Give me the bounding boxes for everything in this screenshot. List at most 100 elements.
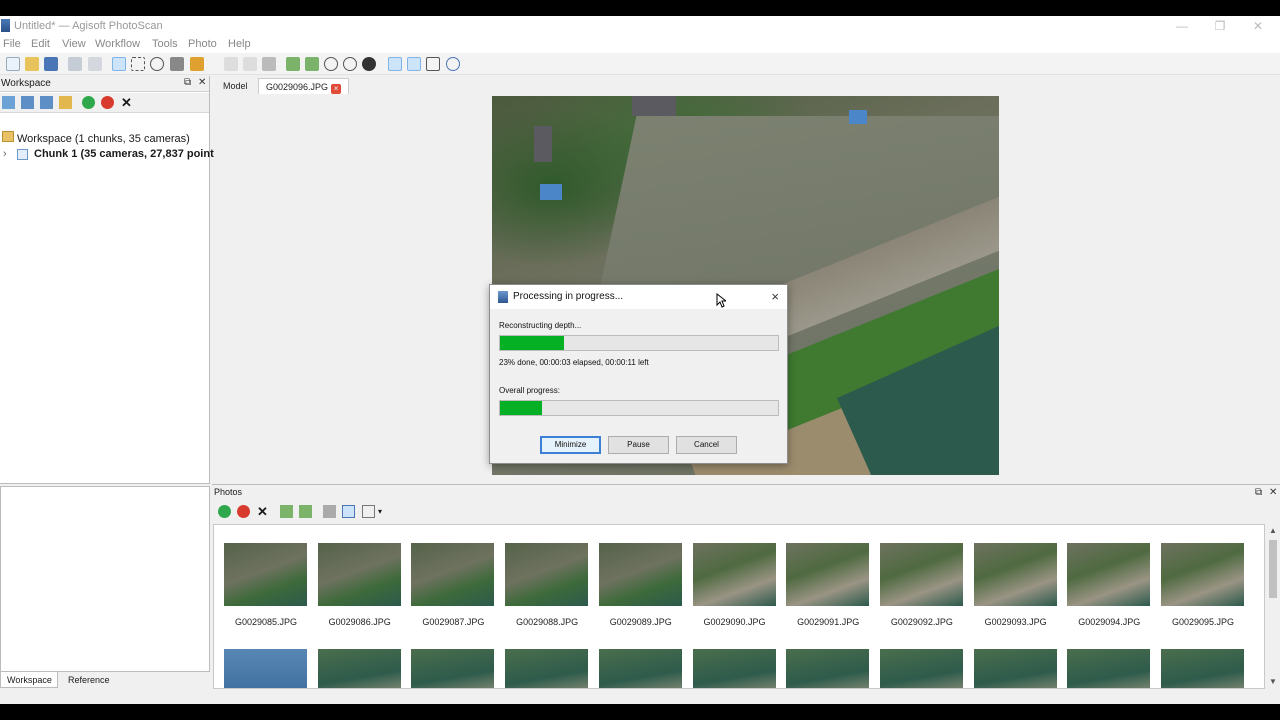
dark-roof [534, 126, 552, 162]
open-folder-icon[interactable] [25, 57, 39, 71]
view-mode-icon[interactable] [362, 505, 375, 518]
photo-thumbnail[interactable] [1067, 649, 1151, 688]
move-icon[interactable] [446, 57, 460, 71]
photo-thumbnail[interactable] [879, 543, 963, 606]
view-mode-dropdown-icon[interactable]: ▾ [378, 505, 391, 518]
expand-chunk-icon[interactable]: › [3, 148, 7, 160]
processing-dialog: Processing in progress... × Reconstructi… [489, 284, 788, 464]
redo-icon[interactable] [88, 57, 102, 71]
thumbnails-grid[interactable]: G0029085.JPG G0029086.JPG G0029087.JPG G002… [213, 524, 1265, 689]
photo-thumbnail[interactable] [411, 543, 495, 606]
enable-icon[interactable] [82, 96, 95, 109]
magic-wand-icon[interactable] [190, 57, 204, 71]
disable-icon[interactable] [101, 96, 114, 109]
delete-selection-icon[interactable] [262, 57, 276, 71]
photo-thumbnail[interactable] [598, 543, 682, 606]
photo-thumbnail[interactable] [505, 649, 589, 688]
grid-icon[interactable] [426, 57, 440, 71]
rotate-right-icon[interactable] [299, 505, 312, 518]
float-panel-icon[interactable]: ⧉ [184, 77, 191, 88]
minimize-button[interactable]: Minimize [540, 436, 601, 454]
photo-thumbnail[interactable] [1161, 649, 1244, 688]
close-panel-icon[interactable]: ✕ [1269, 487, 1277, 498]
photo-thumbnail[interactable] [1067, 543, 1151, 606]
scroll-up-icon[interactable]: ▲ [1269, 526, 1277, 535]
remove-cameras-icon[interactable]: ✕ [256, 505, 269, 518]
scroll-down-icon[interactable]: ▼ [1269, 677, 1277, 686]
photo-thumbnail[interactable] [598, 649, 682, 688]
show-cameras-icon[interactable] [388, 57, 402, 71]
zoom-in-icon[interactable] [324, 57, 338, 71]
main-toolbar [0, 53, 1280, 75]
free-form-selection-icon[interactable] [150, 57, 164, 71]
menu-help[interactable]: Help [228, 38, 251, 50]
crop-icon[interactable] [243, 57, 257, 71]
add-chunk-icon[interactable] [2, 96, 15, 109]
undo-icon[interactable] [68, 57, 82, 71]
photo-thumbnail[interactable] [786, 543, 870, 606]
show-markers-icon[interactable] [407, 57, 421, 71]
tab-workspace[interactable]: Workspace [0, 672, 58, 688]
brightness-icon[interactable] [362, 57, 376, 71]
cancel-button[interactable]: Cancel [676, 436, 737, 454]
rectangle-selection-icon[interactable] [131, 57, 145, 71]
rotate-right-icon[interactable] [305, 57, 319, 71]
photo-thumbnail-label: G0029089.JPG [609, 617, 672, 627]
menu-photo[interactable]: Photo [188, 38, 217, 50]
reset-filter-icon[interactable] [323, 505, 336, 518]
window-title: Untitled* — Agisoft PhotoScan [14, 20, 163, 32]
menu-file[interactable]: File [3, 38, 21, 50]
tab-reference[interactable]: Reference [62, 672, 116, 688]
photo-thumbnail[interactable] [786, 649, 870, 688]
ruler-icon[interactable] [170, 57, 184, 71]
photo-thumbnail[interactable] [505, 543, 589, 606]
photo-thumbnail[interactable] [1161, 543, 1244, 606]
save-icon[interactable] [44, 57, 58, 71]
new-icon[interactable] [6, 57, 20, 71]
photo-thumbnail[interactable] [973, 543, 1057, 606]
maximize-window-button[interactable]: ❐ [1210, 18, 1230, 34]
remove-icon[interactable]: ✕ [120, 96, 133, 109]
menu-view[interactable]: View [62, 38, 86, 50]
tab-photo[interactable]: G0029096.JPG × [258, 78, 350, 94]
add-folder-icon[interactable] [40, 96, 53, 109]
photo-thumbnail[interactable] [973, 649, 1057, 688]
add-photos-icon[interactable] [21, 96, 34, 109]
close-panel-icon[interactable]: ✕ [198, 77, 206, 88]
tab-model[interactable]: Model [216, 78, 255, 94]
menu-tools[interactable]: Tools [152, 38, 178, 50]
menu-workflow[interactable]: Workflow [95, 38, 140, 50]
photo-thumbnail[interactable] [692, 543, 776, 606]
photoscan-window: Untitled* — Agisoft PhotoScan — ❐ ✕ File… [0, 16, 1280, 704]
thumbnails-scrollbar[interactable]: ▲ ▼ [1266, 524, 1280, 689]
photo-thumbnail[interactable] [317, 543, 401, 606]
enable-cameras-icon[interactable] [218, 505, 231, 518]
workspace-root-item[interactable]: Workspace (1 chunks, 35 cameras) [17, 133, 190, 145]
cut-icon[interactable] [224, 57, 238, 71]
add-marker-icon[interactable] [59, 96, 72, 109]
close-tab-icon[interactable]: × [331, 84, 342, 94]
photo-thumbnail[interactable] [879, 649, 963, 688]
filter-icon[interactable] [342, 505, 355, 518]
photo-thumbnail[interactable] [692, 649, 776, 688]
pause-button[interactable]: Pause [608, 436, 669, 454]
rotate-left-icon[interactable] [280, 505, 293, 518]
chunk-item[interactable]: Chunk 1 (35 cameras, 27,837 points) [34, 148, 224, 160]
photo-thumbnail[interactable] [224, 649, 307, 688]
navigation-icon[interactable] [112, 57, 126, 71]
scrollbar-thumb[interactable] [1269, 540, 1277, 598]
dialog-close-icon[interactable]: × [771, 289, 779, 304]
disable-cameras-icon[interactable] [237, 505, 250, 518]
photo-thumbnail[interactable] [411, 649, 495, 688]
screen-bottom-border [0, 704, 1280, 720]
photo-thumbnail[interactable] [224, 543, 307, 606]
close-window-button[interactable]: ✕ [1248, 18, 1268, 34]
rotate-left-icon[interactable] [286, 57, 300, 71]
minimize-window-button[interactable]: — [1172, 18, 1192, 34]
photo-thumbnail[interactable] [317, 649, 401, 688]
blue-roof [849, 110, 867, 124]
float-panel-icon[interactable]: ⧉ [1255, 487, 1262, 498]
zoom-out-icon[interactable] [343, 57, 357, 71]
photo-thumbnail-label: G0029094.JPG [1078, 617, 1141, 627]
menu-edit[interactable]: Edit [31, 38, 50, 50]
